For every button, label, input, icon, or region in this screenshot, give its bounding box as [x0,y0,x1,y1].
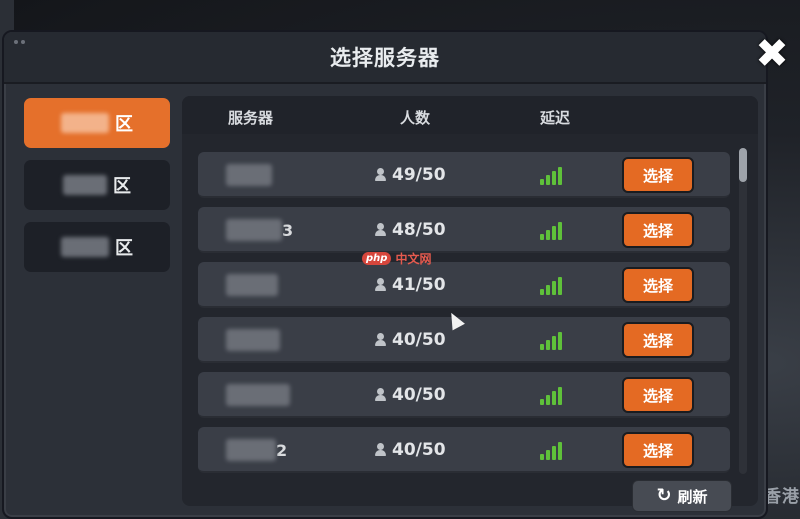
close-icon[interactable]: ✖ [752,34,792,74]
header-ping: 延迟 [540,109,571,127]
player-count: 49/50 [374,165,446,185]
signal-icon [540,220,568,240]
server-row: 49/50 选择 [198,152,730,198]
player-count-value: 48/50 [392,220,446,240]
server-name: 2 [226,439,287,461]
select-button[interactable]: 选择 [622,432,694,468]
region-tab-1[interactable]: 区 [24,98,170,148]
scrollbar-thumb[interactable] [739,148,747,182]
player-count-value: 40/50 [392,385,446,405]
region-name-redacted [63,175,107,195]
person-icon [374,168,386,182]
signal-icon [540,330,568,350]
player-count: 48/50 [374,220,446,240]
server-row: 41/50 选择 [198,262,730,308]
person-icon [374,223,386,237]
player-count-value: 41/50 [392,275,446,295]
server-rows: 49/50 选择 3 48/50 选择 41/50 选择 40/50 选择 40… [198,152,730,482]
player-count: 40/50 [374,440,446,460]
dialog-title: 选择服务器 [330,46,440,70]
server-name: 3 [226,219,293,241]
table-header: 服务器 人数 延迟 [182,96,758,134]
server-name [226,274,278,296]
region-name-redacted [61,237,109,257]
server-name-suffix: 3 [282,220,294,240]
server-name-redacted [226,439,276,461]
scrollbar-track[interactable] [739,148,747,474]
person-icon [374,388,386,402]
player-count: 40/50 [374,330,446,350]
player-count-value: 40/50 [392,440,446,460]
corner-dots-icon [14,40,25,44]
server-table: 服务器 人数 延迟 49/50 选择 3 48/50 选择 41/50 选择 4… [182,96,758,506]
refresh-button[interactable]: ↻ 刷新 [632,480,732,512]
server-name-redacted [226,274,278,296]
server-name-redacted [226,329,280,351]
region-tab-2[interactable]: 区 [24,160,170,210]
refresh-label: 刷新 [677,487,708,506]
server-row: 40/50 选择 [198,372,730,418]
background-label: 香港 [764,487,800,507]
region-tab-label: 区 [115,238,133,259]
player-count-value: 40/50 [392,330,446,350]
signal-icon [540,165,568,185]
region-name-redacted [61,113,109,133]
region-tab-label: 区 [115,114,133,135]
server-name-suffix: 2 [276,440,288,460]
region-tab-label: 区 [113,176,131,197]
server-row: 2 40/50 选择 [198,427,730,473]
signal-icon [540,440,568,460]
server-name-redacted [226,164,272,186]
select-button[interactable]: 选择 [622,322,694,358]
person-icon [374,278,386,292]
server-row: 3 48/50 选择 [198,207,730,253]
server-select-dialog: 选择服务器 区 区 区 服务器 人数 延迟 49/50 选择 3 48/50 选… [2,30,768,519]
server-name-redacted [226,384,290,406]
player-count-value: 49/50 [392,165,446,185]
region-tab-3[interactable]: 区 [24,222,170,272]
signal-icon [540,385,568,405]
select-button[interactable]: 选择 [622,157,694,193]
refresh-icon: ↻ [656,485,672,506]
select-button[interactable]: 选择 [622,377,694,413]
dialog-header: 选择服务器 [4,32,766,84]
server-name [226,384,290,406]
header-server: 服务器 [228,109,274,127]
player-count: 40/50 [374,385,446,405]
signal-icon [540,275,568,295]
select-button[interactable]: 选择 [622,212,694,248]
header-players: 人数 [400,109,431,127]
server-name [226,329,280,351]
server-name [226,164,272,186]
region-list: 区 区 区 [24,98,172,284]
person-icon [374,333,386,347]
select-button[interactable]: 选择 [622,267,694,303]
server-name-redacted [226,219,282,241]
person-icon [374,443,386,457]
player-count: 41/50 [374,275,446,295]
